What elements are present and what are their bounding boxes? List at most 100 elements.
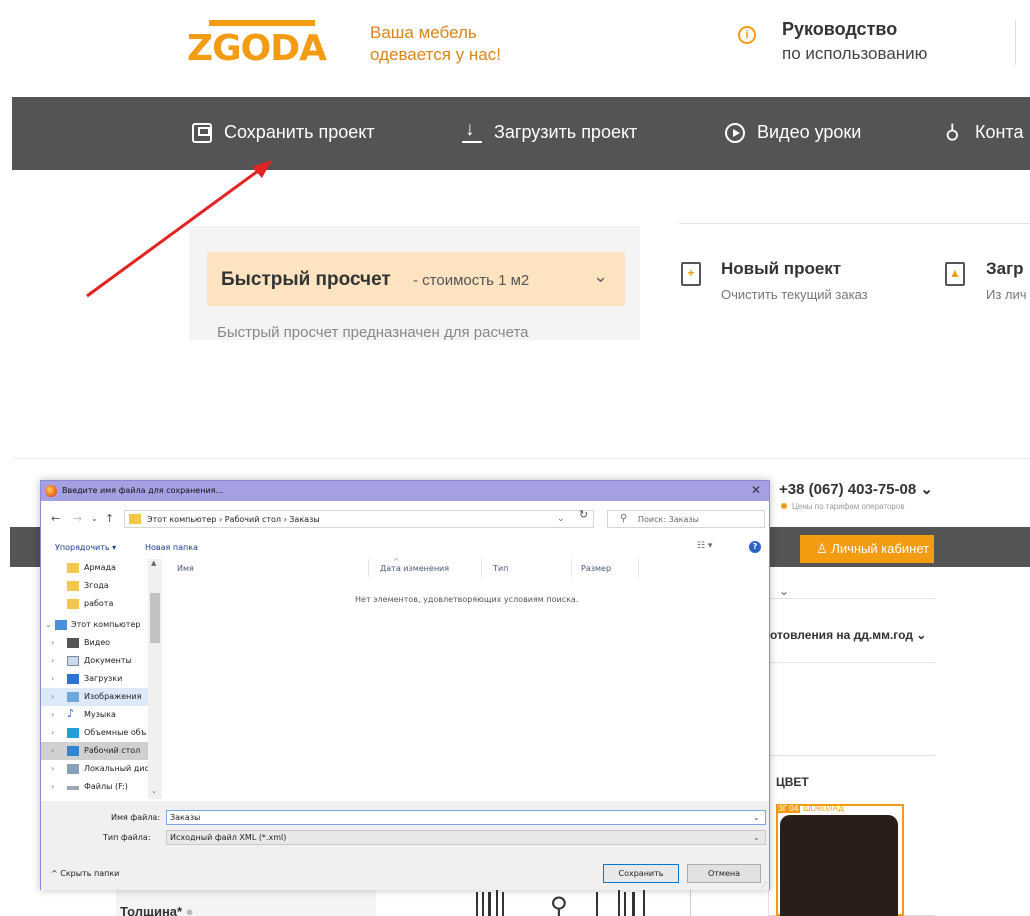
tree-item[interactable]: ⌄ Этот компьютер bbox=[41, 616, 148, 634]
color-swatch[interactable] bbox=[780, 815, 898, 916]
column-type[interactable]: Тип bbox=[493, 564, 508, 573]
personal-cabinet-button[interactable]: ♙ Личный кабинет bbox=[800, 535, 934, 563]
save-file-dialog: Введите имя файла для сохранения... ✕ ← … bbox=[40, 480, 770, 890]
chevron-down-icon[interactable]: ⌄ bbox=[557, 514, 565, 524]
new-project-title: Новый проект bbox=[721, 259, 842, 278]
chevron-down-icon[interactable]: ⌄ bbox=[753, 833, 760, 842]
filename-input[interactable]: Заказы ⌄ bbox=[166, 810, 766, 825]
tree-item[interactable]: Згода bbox=[41, 577, 148, 595]
scroll-down-icon[interactable]: ⌄ bbox=[151, 787, 157, 795]
tree-item[interactable]: › Документы bbox=[41, 652, 148, 670]
expand-chevron-icon[interactable]: › bbox=[51, 638, 54, 647]
firefox-icon bbox=[45, 485, 57, 497]
search-input[interactable]: ⚲ Поиск: Заказы bbox=[607, 510, 765, 528]
filetype-label: Тип файла: bbox=[103, 833, 151, 842]
tree-item[interactable]: › Изображения bbox=[41, 688, 148, 706]
zgoda-logo[interactable]: ZGODA bbox=[187, 18, 332, 73]
scroll-up-icon[interactable]: ▲ bbox=[151, 559, 156, 567]
info-icon: ● bbox=[185, 904, 194, 916]
back-arrow-icon[interactable]: ← bbox=[51, 512, 60, 525]
quick-calc-toggle[interactable]: Быстрый просчет - стоимость 1 м2 ⌄ bbox=[207, 252, 625, 306]
nav-load-project[interactable]: Загрузить проект bbox=[462, 119, 637, 143]
new-folder-button[interactable]: Новая папка bbox=[145, 543, 198, 552]
new-document-icon: + bbox=[681, 262, 701, 286]
filetype-select[interactable]: Исходный файл XML (*.xml) ⌄ bbox=[166, 830, 766, 845]
column-date[interactable]: Дата изменения bbox=[380, 564, 449, 573]
column-divider[interactable] bbox=[368, 559, 369, 577]
expand-chevron-icon[interactable]: › bbox=[51, 764, 54, 773]
refresh-icon[interactable]: ↻ bbox=[579, 508, 588, 521]
drive-icon bbox=[67, 764, 79, 774]
forward-arrow-icon[interactable]: → bbox=[73, 512, 82, 525]
tree-item-label: Документы bbox=[84, 656, 132, 665]
nav-video-lessons[interactable]: Видео уроки bbox=[725, 122, 861, 143]
close-icon[interactable]: ✕ bbox=[751, 483, 761, 497]
nav-save-project[interactable]: Сохранить проект bbox=[192, 122, 375, 143]
expand-chevron-icon[interactable]: › bbox=[51, 746, 54, 755]
tree-item-label: Изображения bbox=[84, 692, 142, 701]
load-project-title: Загр bbox=[986, 259, 1024, 278]
expand-chevron-icon[interactable]: › bbox=[51, 656, 54, 665]
view-options-icon[interactable]: ☷ ▾ bbox=[697, 541, 712, 551]
production-date-select[interactable]: отовления на дд.мм.год ⌄ bbox=[770, 628, 926, 642]
expand-chevron-icon[interactable]: › bbox=[51, 728, 54, 737]
tree-item[interactable]: › Локальный дис bbox=[41, 760, 149, 778]
quick-calc-description: Быстрый просчет предназначен для расчета bbox=[217, 324, 529, 340]
empty-list-message: Нет элементов, удовлетворяющих условиям … bbox=[355, 595, 579, 604]
downloads-icon bbox=[67, 674, 79, 684]
nav-contacts[interactable]: Конта bbox=[943, 122, 1024, 143]
column-name[interactable]: Имя bbox=[177, 564, 194, 573]
swatch-code: ЗГ 04 bbox=[776, 804, 801, 813]
up-arrow-icon[interactable]: ↑ bbox=[105, 512, 114, 525]
hide-folders-toggle[interactable]: ^ Скрыть папки bbox=[51, 869, 119, 878]
save-button[interactable]: Сохранить bbox=[603, 864, 679, 883]
scroll-thumb[interactable] bbox=[150, 593, 160, 643]
svg-text:⚲: ⚲ bbox=[550, 892, 568, 916]
dialog-title: Введите имя файла для сохранения... bbox=[62, 486, 224, 495]
slogan-line-2: одевается у нас! bbox=[370, 45, 501, 64]
expand-chevron-icon[interactable]: › bbox=[51, 710, 54, 719]
phone-number[interactable]: +38 (067) 403-75-08 ⌄ bbox=[779, 480, 933, 498]
tree-item[interactable]: › Видео bbox=[41, 634, 148, 652]
column-size[interactable]: Размер bbox=[581, 564, 611, 573]
expand-chevron-icon[interactable]: ⌄ bbox=[45, 620, 52, 629]
swatch-label: ЗГ 04 ШОКОЛАД bbox=[776, 804, 844, 814]
organize-menu[interactable]: Упорядочить ▾ bbox=[55, 543, 116, 552]
resize-grip-icon[interactable]: ⋰ bbox=[761, 881, 768, 889]
tree-item[interactable]: › Загрузки bbox=[41, 670, 148, 688]
filetype-value: Исходный файл XML (*.xml) bbox=[170, 833, 287, 842]
recent-chevron-icon[interactable]: ⌄ bbox=[91, 514, 98, 523]
tree-item[interactable]: › Файлы (F:) bbox=[41, 778, 148, 796]
tree-item[interactable]: › Объемные объ bbox=[41, 724, 148, 742]
tree-scrollbar[interactable]: ▲ ⌄ bbox=[148, 559, 162, 799]
expand-chevron-icon[interactable]: › bbox=[51, 692, 54, 701]
tree-item[interactable]: Армада bbox=[41, 559, 148, 577]
dialog-title-bar[interactable]: Введите имя файла для сохранения... ✕ bbox=[41, 481, 769, 501]
drive-icon bbox=[67, 786, 79, 790]
search-placeholder: Поиск: Заказы bbox=[638, 515, 699, 524]
column-divider[interactable] bbox=[638, 559, 639, 577]
chevron-down-icon: ⌄ bbox=[593, 266, 609, 286]
tree-item[interactable]: работа bbox=[41, 595, 148, 613]
dialog-bottom-panel: Имя файла: Заказы ⌄ Тип файла: Исходный … bbox=[41, 801, 769, 890]
quick-calc-title: Быстрый просчет bbox=[221, 269, 391, 290]
expand-chevron-icon[interactable]: › bbox=[51, 674, 54, 683]
chevron-up-icon: ^ bbox=[51, 869, 58, 878]
tree-item[interactable]: › Рабочий стол bbox=[41, 742, 148, 760]
tree-item[interactable]: › ♪ Музыка bbox=[41, 706, 148, 724]
expand-chevron-icon[interactable]: › bbox=[51, 782, 54, 791]
help-icon[interactable]: ? bbox=[749, 541, 761, 553]
tree-item-label: Этот компьютер bbox=[71, 620, 141, 629]
column-divider[interactable] bbox=[481, 559, 482, 577]
thickness-label: Толщина* ● bbox=[120, 904, 194, 916]
new-project-action[interactable]: Новый проект Очистить текущий заказ bbox=[721, 259, 868, 302]
load-project-action[interactable]: Загр Из лич bbox=[986, 259, 1027, 302]
folder-icon bbox=[67, 581, 79, 591]
chevron-down-icon[interactable]: ⌄ bbox=[753, 813, 760, 822]
tree-item-label: Музыка bbox=[84, 710, 116, 719]
cancel-button[interactable]: Отмена bbox=[687, 864, 761, 883]
address-bar[interactable]: Этот компьютер › Рабочий стол › Заказы ⌄ bbox=[124, 510, 594, 528]
guide-link[interactable]: Руководство по использованию bbox=[782, 19, 927, 64]
filename-value: Заказы bbox=[170, 813, 201, 822]
column-divider[interactable] bbox=[571, 559, 572, 577]
